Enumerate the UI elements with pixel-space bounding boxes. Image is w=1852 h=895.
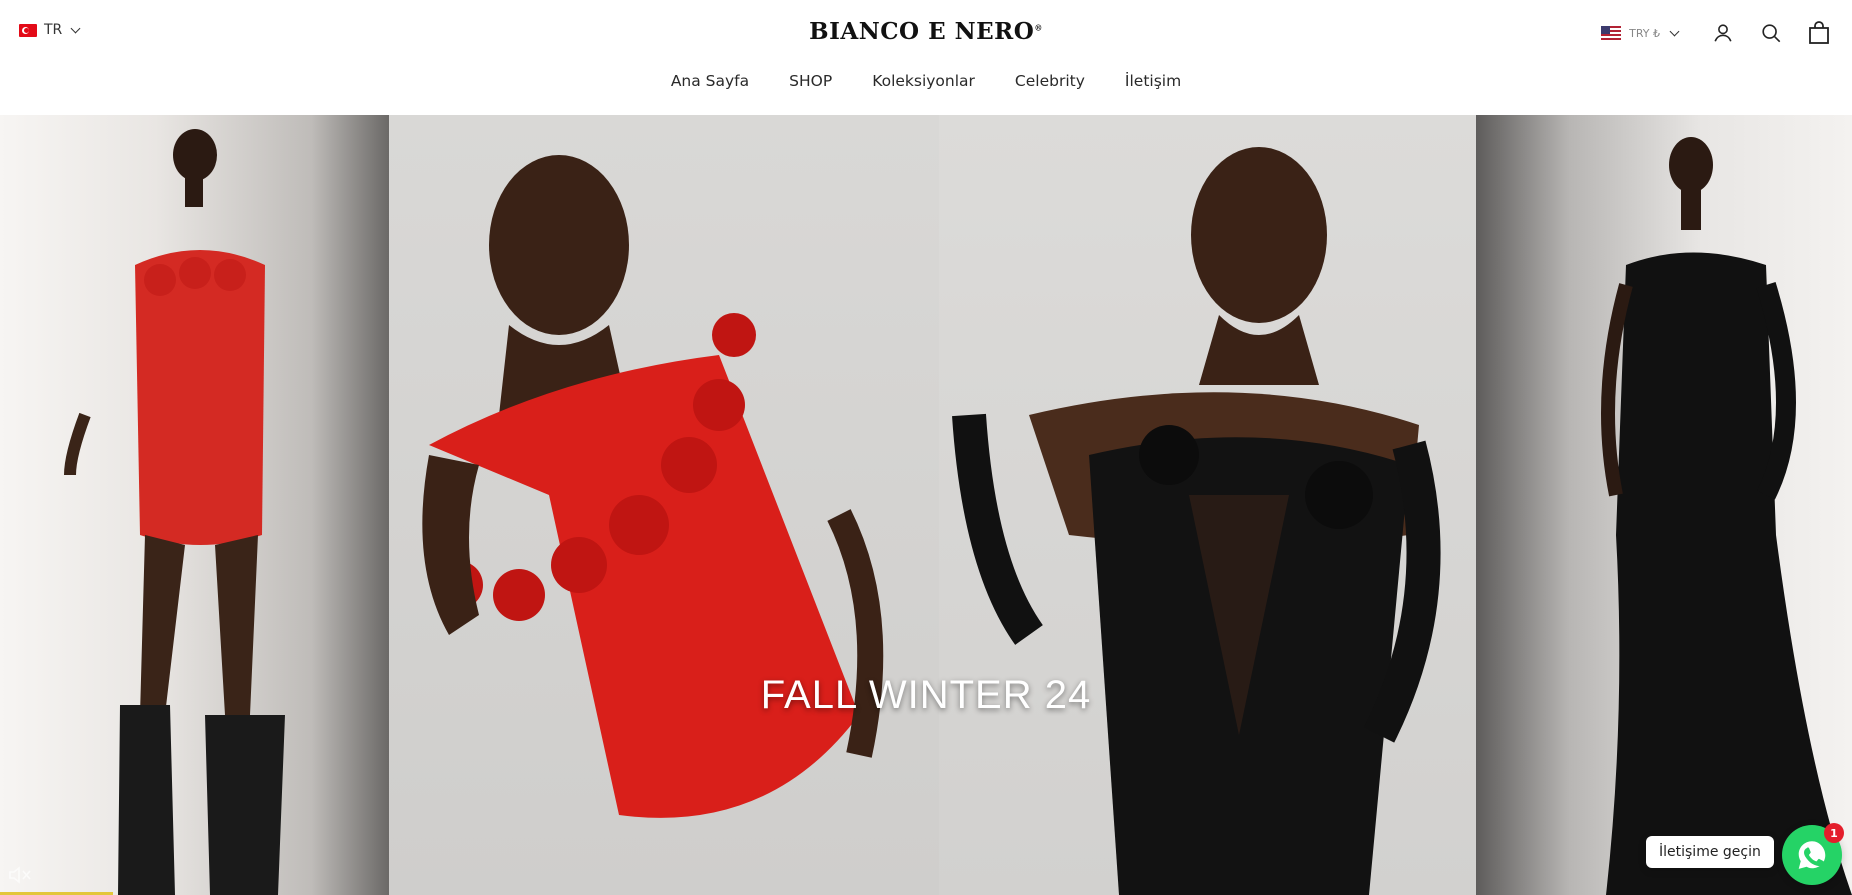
hero-panel-red-rose-dress bbox=[389, 115, 939, 895]
chevron-down-icon bbox=[1669, 26, 1680, 36]
nav-item-celebrity[interactable]: Celebrity bbox=[1015, 72, 1085, 90]
hero-panel-black-gown bbox=[1476, 115, 1852, 895]
registered-mark: ® bbox=[1034, 22, 1043, 33]
notification-badge: 1 bbox=[1824, 823, 1844, 843]
nav-item-collections[interactable]: Koleksiyonlar bbox=[872, 72, 975, 90]
header-tools: TRY ₺ bbox=[1601, 20, 1832, 46]
nav-item-home[interactable]: Ana Sayfa bbox=[671, 72, 749, 90]
mute-icon[interactable] bbox=[8, 865, 34, 885]
us-flag-icon bbox=[1601, 26, 1622, 40]
site-header: TR BIANCO E NERO® Ana Sayfa SHOP Koleksi… bbox=[0, 0, 1852, 115]
contact-tooltip[interactable]: İletişime geçin bbox=[1646, 836, 1774, 868]
hero-panel-black-corset bbox=[939, 115, 1476, 895]
hero-title: FALL WINTER 24 bbox=[760, 673, 1092, 717]
hero-banner[interactable]: FALL WINTER 24 bbox=[0, 115, 1852, 895]
whatsapp-icon bbox=[1798, 841, 1826, 869]
search-icon[interactable] bbox=[1758, 20, 1784, 46]
currency-selector[interactable]: TRY ₺ bbox=[1601, 26, 1680, 40]
currency-label: TRY ₺ bbox=[1629, 26, 1660, 40]
whatsapp-button[interactable]: 1 bbox=[1782, 823, 1844, 885]
main-nav: Ana Sayfa SHOP Koleksiyonlar Celebrity İ… bbox=[0, 72, 1852, 90]
hero-panel-red-mini-dress bbox=[0, 115, 389, 895]
account-icon[interactable] bbox=[1710, 20, 1736, 46]
nav-item-contact[interactable]: İletişim bbox=[1125, 72, 1181, 90]
cart-icon[interactable] bbox=[1806, 20, 1832, 46]
brand-logo[interactable]: BIANCO E NERO® bbox=[0, 18, 1852, 45]
nav-item-shop[interactable]: SHOP bbox=[789, 72, 832, 90]
